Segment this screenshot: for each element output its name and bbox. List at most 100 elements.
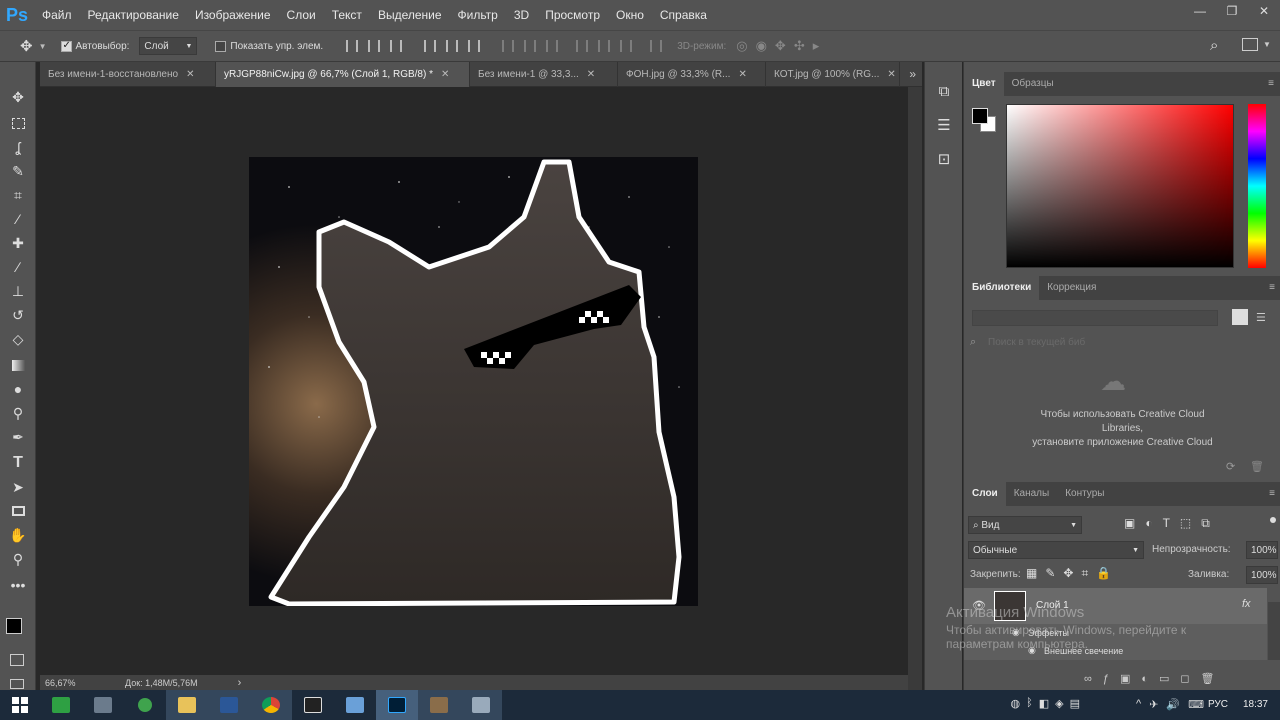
taskbar-green-app-icon[interactable] xyxy=(124,690,166,720)
gradient-tool-icon[interactable] xyxy=(6,354,30,376)
tab-paths[interactable]: Контуры xyxy=(1057,482,1112,506)
document-canvas[interactable] xyxy=(249,157,698,606)
tab-channels[interactable]: Каналы xyxy=(1006,482,1058,506)
tab-document-3[interactable]: Без имени-1 @ 33,3... ✕ xyxy=(470,62,618,87)
tab-color[interactable]: Цвет xyxy=(964,72,1004,96)
tray-keyboard-icon[interactable]: ⌨ xyxy=(1188,698,1204,711)
restore-button[interactable]: ❐ xyxy=(1216,0,1248,22)
auto-align-icon[interactable] xyxy=(650,40,663,52)
align-vcenter-icon[interactable] xyxy=(368,40,381,52)
taskbar-app-store-icon[interactable] xyxy=(40,690,82,720)
tray-app3-icon[interactable]: ▤ xyxy=(1070,697,1080,710)
align-bottom-icon[interactable] xyxy=(390,40,403,52)
distribute-left-icon[interactable] xyxy=(576,40,589,52)
quick-select-tool-icon[interactable]: ✎ xyxy=(6,160,30,182)
healing-brush-tool-icon[interactable]: ✚ xyxy=(6,232,30,254)
color-field[interactable] xyxy=(1006,104,1234,268)
tray-volume-icon[interactable]: 🔊 xyxy=(1166,698,1180,711)
taskbar-calculator-icon[interactable] xyxy=(82,690,124,720)
tab-document-5[interactable]: КОТ.jpg @ 100% (RG... ✕ xyxy=(766,62,900,87)
panel-menu-icon[interactable]: ≡ xyxy=(1268,78,1274,89)
zoom-level[interactable]: 66,67% xyxy=(45,678,115,688)
hue-slider[interactable] xyxy=(1248,104,1266,268)
menu-3d[interactable]: 3D xyxy=(506,8,537,22)
taskbar-window-icon[interactable] xyxy=(460,690,502,720)
layer-filter-icons[interactable]: ▣◐T⬚⧉ xyxy=(1124,516,1220,531)
clone-stamp-tool-icon[interactable]: ⊥ xyxy=(6,280,30,302)
show-transform-checkbox[interactable] xyxy=(215,40,227,52)
menu-view[interactable]: Просмотр xyxy=(537,8,608,22)
menu-help[interactable]: Справка xyxy=(652,8,715,22)
close-icon[interactable]: ✕ xyxy=(887,62,895,87)
type-tool-icon[interactable]: T xyxy=(6,452,30,474)
chevron-down-icon[interactable]: ▼ xyxy=(39,42,47,51)
properties-panel-icon[interactable]: ☰ xyxy=(925,108,963,142)
status-arrow-icon[interactable]: › xyxy=(238,677,242,689)
library-dropdown[interactable] xyxy=(972,310,1218,326)
distribute-vcenter-icon[interactable] xyxy=(524,40,537,52)
blend-mode-dropdown[interactable]: Обычные ▼ xyxy=(968,541,1144,559)
marquee-tool-icon[interactable] xyxy=(6,112,30,134)
layer-name[interactable]: Слой 1 xyxy=(1036,600,1069,611)
tab-libraries[interactable]: Библиотеки xyxy=(964,276,1040,300)
fill-input[interactable]: 100% xyxy=(1246,566,1278,584)
menu-file[interactable]: Файл xyxy=(34,8,80,22)
move-tool-preset-icon[interactable]: ✥ xyxy=(20,37,33,55)
menu-layers[interactable]: Слои xyxy=(279,8,324,22)
library-search-input[interactable]: Поиск в текущей биб xyxy=(988,337,1085,348)
layer-filter-dropdown[interactable]: ⌕ Вид ▼ xyxy=(968,516,1082,534)
move-tool-icon[interactable]: ✥ xyxy=(6,86,30,108)
color-foreground-swatch[interactable] xyxy=(972,108,988,124)
close-icon[interactable]: ✕ xyxy=(186,62,194,87)
effects-eye-icon[interactable]: ◉ xyxy=(1012,627,1020,638)
close-icon[interactable]: ✕ xyxy=(738,62,746,87)
layer-row[interactable]: 👁 Слой 1 fx xyxy=(964,588,1267,624)
layers-scrollbar[interactable] xyxy=(1268,602,1280,660)
align-hcenter-icon[interactable] xyxy=(446,40,459,52)
align-left-icon[interactable] xyxy=(424,40,437,52)
start-button[interactable] xyxy=(0,690,40,720)
distribute-right-icon[interactable] xyxy=(620,40,633,52)
tray-app2-icon[interactable]: ◈ xyxy=(1055,697,1063,710)
tray-app-icon[interactable]: ◧ xyxy=(1039,697,1049,710)
3d-tools-icon[interactable]: ◎◉✥✣▸ xyxy=(736,38,827,54)
filter-toggle-icon[interactable] xyxy=(1270,517,1276,523)
workspace-icon[interactable] xyxy=(1242,38,1258,51)
language-indicator[interactable]: РУС xyxy=(1208,699,1228,710)
eyedropper-tool-icon[interactable]: ⁄ xyxy=(6,208,30,230)
menu-select[interactable]: Выделение xyxy=(370,8,450,22)
taskbar-monitor-icon[interactable] xyxy=(334,690,376,720)
taskbar-w-app-icon[interactable] xyxy=(292,690,334,720)
search-icon[interactable]: ⌕ xyxy=(1210,37,1218,54)
dodge-tool-icon[interactable]: ⚲ xyxy=(6,402,30,424)
effects-row[interactable]: ◉ Эффекты xyxy=(964,624,1267,642)
menu-type[interactable]: Текст xyxy=(324,8,370,22)
layers-menu-icon[interactable]: ≡ xyxy=(1269,488,1275,499)
quick-mask-icon[interactable] xyxy=(10,654,24,666)
lasso-tool-icon[interactable]: ʆ xyxy=(6,136,30,158)
screen-mode-icon[interactable] xyxy=(10,679,24,689)
distribute-top-icon[interactable] xyxy=(502,40,515,52)
glyphs-panel-icon[interactable]: ⊡ xyxy=(925,142,963,176)
hand-tool-icon[interactable]: ✋ xyxy=(6,524,30,546)
outer-glow-row[interactable]: ◉ Внешнее свечение xyxy=(964,642,1267,660)
workspace-chevron-icon[interactable]: ▼ xyxy=(1263,40,1271,49)
zoom-tool-icon[interactable]: ⚲ xyxy=(6,548,30,570)
distribute-hcenter-icon[interactable] xyxy=(598,40,611,52)
more-tools-icon[interactable]: ••• xyxy=(6,574,30,596)
taskbar-3d-app-icon[interactable] xyxy=(418,690,460,720)
history-panel-icon[interactable]: ⧉ xyxy=(925,74,963,108)
cc-sync-icon[interactable]: ⟳ xyxy=(1226,460,1235,473)
minimize-button[interactable]: — xyxy=(1184,0,1216,22)
path-select-tool-icon[interactable]: ➤ xyxy=(6,476,30,498)
tabs-overflow-icon[interactable]: » xyxy=(909,67,916,81)
tab-document-4[interactable]: ФОН.jpg @ 33,3% (R... ✕ xyxy=(618,62,766,87)
tab-document-2[interactable]: yRJGP88niCw.jpg @ 66,7% (Слой 1, RGB/8) … xyxy=(216,62,470,87)
tab-document-1[interactable]: Без имени-1-восстановлено ✕ xyxy=(40,62,216,87)
autoselect-dropdown[interactable]: Слой ▼ xyxy=(139,37,198,55)
menu-edit[interactable]: Редактирование xyxy=(80,8,187,22)
taskbar-photoshop-icon[interactable] xyxy=(376,690,418,720)
rectangle-tool-icon[interactable] xyxy=(6,500,30,522)
menu-filter[interactable]: Фильтр xyxy=(450,8,506,22)
close-icon[interactable]: ✕ xyxy=(441,62,449,87)
